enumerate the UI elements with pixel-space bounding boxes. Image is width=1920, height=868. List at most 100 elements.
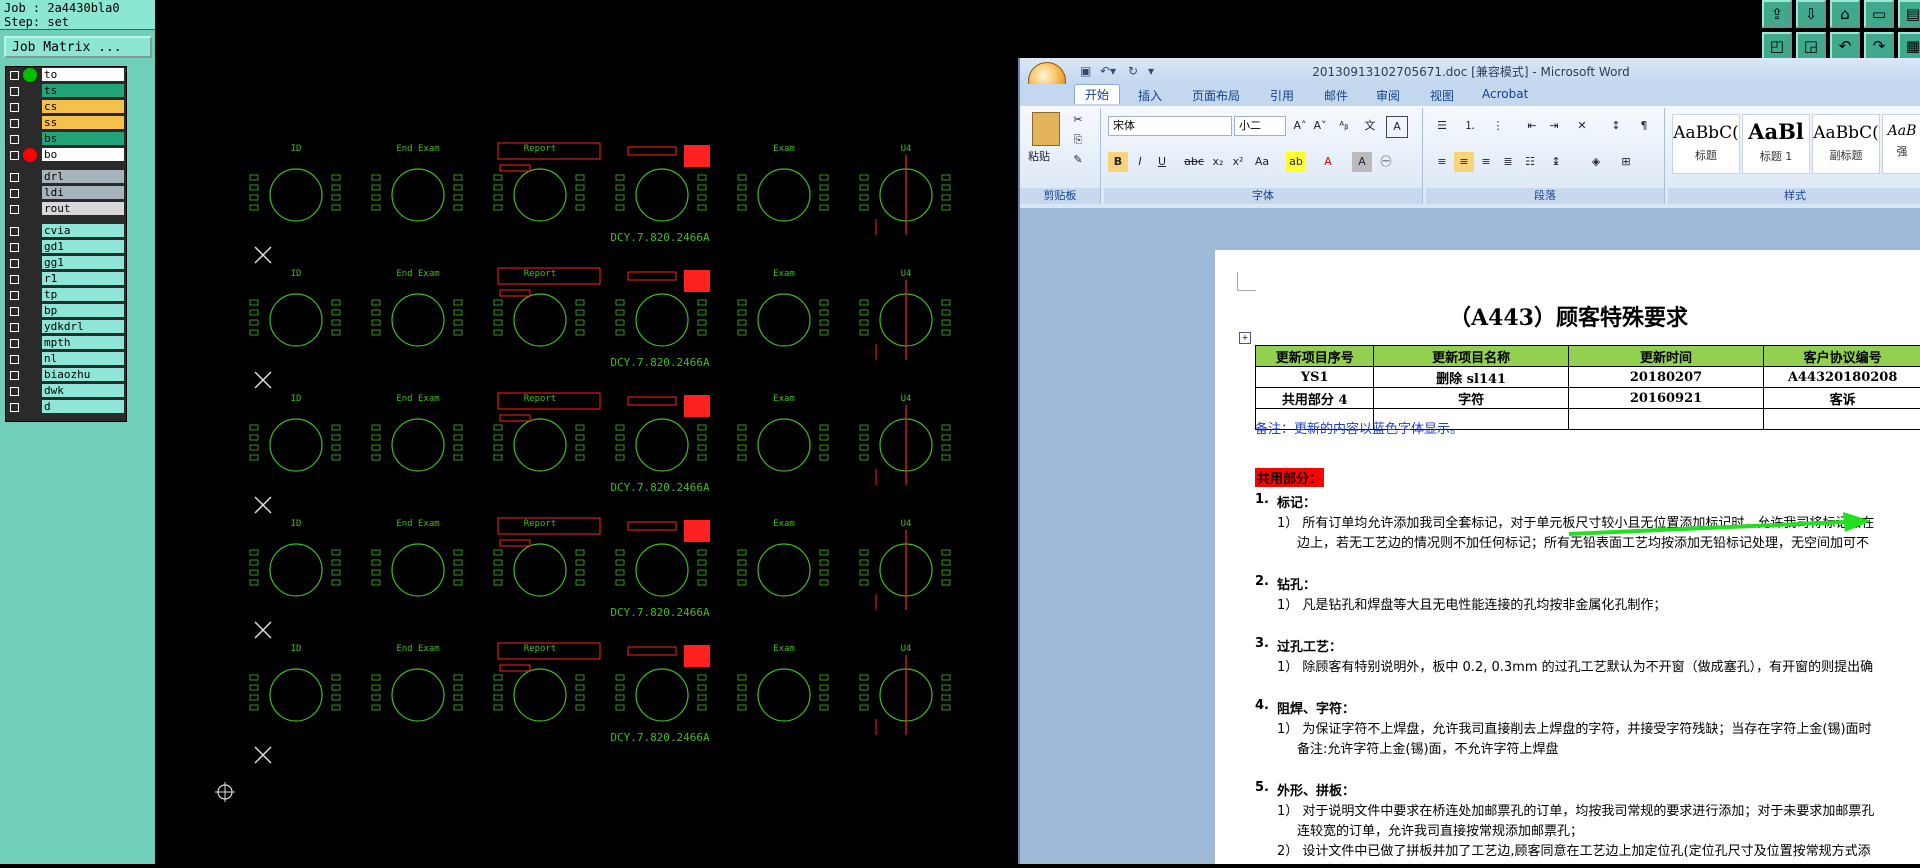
- layer-checkbox[interactable]: [10, 173, 19, 182]
- import-icon[interactable]: ⇩: [1796, 0, 1826, 28]
- phonetic-guide-icon[interactable]: 文: [1360, 116, 1380, 136]
- layer-checkbox[interactable]: [10, 119, 19, 128]
- layer-row[interactable]: ydkdrl: [6, 319, 126, 335]
- layer-checkbox[interactable]: [10, 371, 19, 380]
- layer-checkbox[interactable]: [10, 259, 19, 268]
- layer-row[interactable]: tp: [6, 287, 126, 303]
- decrease-indent-icon[interactable]: ⇤: [1522, 116, 1542, 136]
- redo-icon[interactable]: ↷: [1864, 32, 1894, 60]
- font-size-select[interactable]: 小二: [1234, 116, 1286, 136]
- style-subtitle[interactable]: AaBbC( 副标题: [1812, 114, 1880, 174]
- undo-icon[interactable]: ↶: [1830, 32, 1860, 60]
- layer-name[interactable]: bp: [42, 304, 124, 317]
- align-center-icon[interactable]: ≡: [1454, 152, 1474, 172]
- tab-acrobat[interactable]: Acrobat: [1482, 87, 1528, 101]
- layer-checkbox[interactable]: [10, 205, 19, 214]
- layer-row[interactable]: bo: [6, 147, 126, 163]
- shading-icon[interactable]: ◈: [1586, 152, 1606, 172]
- layer-checkbox[interactable]: [10, 189, 19, 198]
- char-shading-icon[interactable]: A: [1352, 152, 1372, 172]
- multilevel-list-icon[interactable]: ⋮: [1488, 116, 1508, 136]
- tab-page-layout[interactable]: 页面布局: [1192, 87, 1240, 104]
- char-border-icon[interactable]: A: [1386, 116, 1408, 138]
- align-left-icon[interactable]: ≡: [1432, 152, 1452, 172]
- layer-name[interactable]: nl: [42, 352, 124, 365]
- layer-name[interactable]: ss: [42, 116, 124, 129]
- distribute-icon[interactable]: ☷: [1520, 152, 1540, 172]
- layer-checkbox[interactable]: [10, 387, 19, 396]
- layer-row[interactable]: to: [6, 67, 126, 83]
- change-case-icon[interactable]: Aa: [1252, 152, 1272, 172]
- grid-icon[interactable]: ▦: [1898, 32, 1920, 60]
- layer-name[interactable]: ldi: [42, 186, 124, 199]
- layer-name[interactable]: cvia: [42, 224, 124, 237]
- layer-name[interactable]: tp: [42, 288, 124, 301]
- layer-checkbox[interactable]: [10, 403, 19, 412]
- layer-name[interactable]: rout: [42, 202, 124, 215]
- layer-row[interactable]: cs: [6, 99, 126, 115]
- italic-icon[interactable]: I: [1130, 152, 1150, 172]
- tab-insert[interactable]: 插入: [1138, 87, 1162, 104]
- layer-name[interactable]: biaozhu: [42, 368, 124, 381]
- layer-row[interactable]: cvia: [6, 223, 126, 239]
- table-move-handle-icon[interactable]: +: [1239, 332, 1251, 344]
- font-color-icon[interactable]: A: [1318, 152, 1338, 172]
- line-spacing-icon[interactable]: ↨: [1546, 152, 1566, 172]
- layer-checkbox[interactable]: [10, 275, 19, 284]
- tab-view[interactable]: 视图: [1430, 87, 1454, 104]
- style-strong[interactable]: AaB 强: [1882, 114, 1920, 174]
- layer-row[interactable]: dwk: [6, 383, 126, 399]
- style-title[interactable]: AaBbC( 标题: [1672, 114, 1740, 174]
- justify-icon[interactable]: ≣: [1498, 152, 1518, 172]
- layer-checkbox[interactable]: [10, 243, 19, 252]
- home-icon[interactable]: ⌂: [1830, 0, 1860, 28]
- grow-font-icon[interactable]: A˄: [1290, 116, 1310, 136]
- superscript-icon[interactable]: x²: [1228, 152, 1248, 172]
- layer-name[interactable]: mpth: [42, 336, 124, 349]
- bullets-icon[interactable]: ☰: [1432, 116, 1452, 136]
- layer-row[interactable]: d: [6, 399, 126, 415]
- layer-row[interactable]: ss: [6, 115, 126, 131]
- tab-home[interactable]: 开始: [1074, 84, 1120, 104]
- strikethrough-icon[interactable]: abc: [1184, 152, 1204, 172]
- numbering-icon[interactable]: ⒈: [1460, 116, 1480, 136]
- layer-row[interactable]: biaozhu: [6, 367, 126, 383]
- layer-checkbox[interactable]: [10, 87, 19, 96]
- increase-indent-icon[interactable]: ⇥: [1544, 116, 1564, 136]
- table-cell[interactable]: [1764, 409, 1920, 430]
- layer-row[interactable]: bp: [6, 303, 126, 319]
- tab-review[interactable]: 审阅: [1376, 87, 1400, 104]
- borders-icon[interactable]: ⊞: [1616, 152, 1636, 172]
- sort-icon[interactable]: ↕: [1606, 116, 1626, 136]
- chinese-layout-icon[interactable]: ✕: [1572, 116, 1592, 136]
- layer-name[interactable]: gd1: [42, 240, 124, 253]
- export-icon[interactable]: ⇪: [1762, 0, 1792, 28]
- format-painter-icon[interactable]: ✎: [1068, 150, 1088, 170]
- layer-checkbox[interactable]: [10, 323, 19, 332]
- show-marks-icon[interactable]: ¶: [1634, 116, 1654, 136]
- layer-checkbox[interactable]: [10, 151, 19, 160]
- layer-checkbox[interactable]: [10, 307, 19, 316]
- layer-name[interactable]: ts: [42, 84, 124, 97]
- layer-row[interactable]: rout: [6, 201, 126, 217]
- tab-references[interactable]: 引用: [1270, 87, 1294, 104]
- table-cell[interactable]: 20160921: [1568, 388, 1763, 409]
- layer-checkbox[interactable]: [10, 355, 19, 364]
- table-cell[interactable]: 删除 sl141: [1374, 367, 1568, 388]
- layer-row[interactable]: bs: [6, 131, 126, 147]
- layer-checkbox[interactable]: [10, 291, 19, 300]
- table-cell[interactable]: 客诉: [1764, 388, 1920, 409]
- table-cell[interactable]: 共用部分 4: [1256, 388, 1374, 409]
- shrink-font-icon[interactable]: A˅: [1310, 116, 1330, 136]
- table-cell[interactable]: 字符: [1374, 388, 1568, 409]
- layer-name[interactable]: r1: [42, 272, 124, 285]
- highlight-icon[interactable]: ab: [1286, 152, 1306, 172]
- cut-icon[interactable]: ✂: [1068, 110, 1088, 130]
- paste-button[interactable]: 粘贴: [1028, 148, 1050, 164]
- font-name-select[interactable]: 宋体: [1108, 116, 1232, 136]
- enclose-char-icon[interactable]: ㊀: [1376, 152, 1396, 172]
- copy-icon[interactable]: ⎘: [1068, 130, 1088, 150]
- job-matrix-button[interactable]: Job Matrix ...: [4, 36, 152, 58]
- layer-row[interactable]: nl: [6, 351, 126, 367]
- table-cell[interactable]: A44320180208: [1764, 367, 1920, 388]
